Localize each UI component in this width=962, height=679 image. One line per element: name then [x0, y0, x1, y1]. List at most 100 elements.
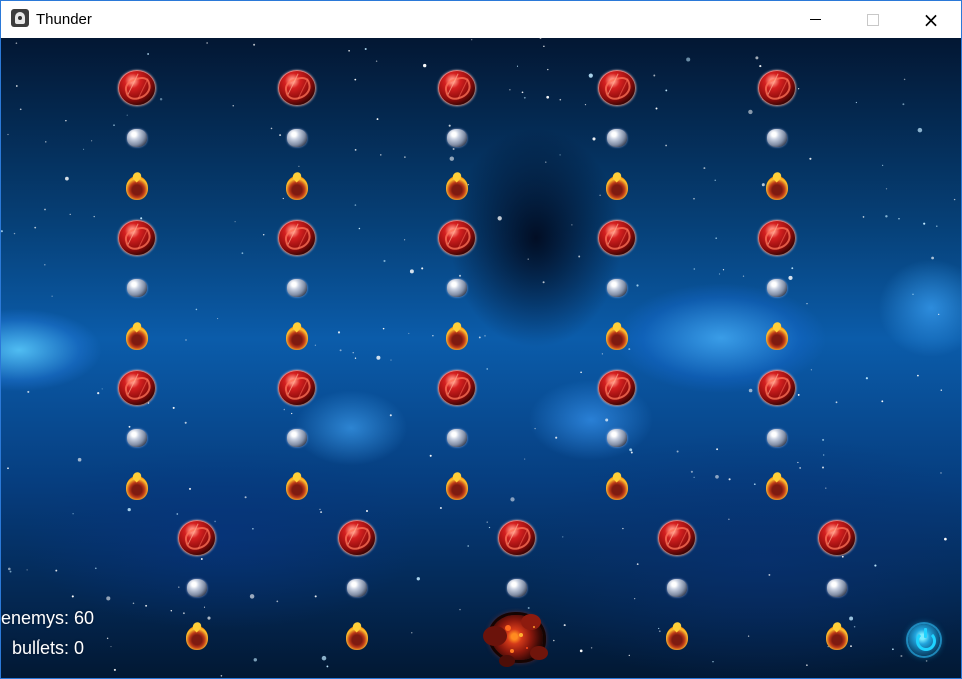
close-icon: × — [922, 7, 940, 32]
window-titlebar[interactable]: Thunder × — [1, 1, 961, 38]
star — [797, 88, 800, 90]
star — [220, 675, 223, 677]
star — [545, 161, 547, 163]
star — [841, 555, 844, 558]
star — [319, 508, 321, 511]
star — [27, 390, 30, 393]
star — [559, 98, 562, 101]
maximize-button[interactable] — [844, 1, 902, 38]
star — [354, 204, 357, 206]
star — [902, 103, 905, 106]
star — [380, 154, 382, 156]
star — [354, 78, 357, 81]
star — [354, 149, 357, 151]
fire-orb-enemy — [446, 476, 468, 500]
game-canvas[interactable]: enemys: 60 bullets: 0 — [1, 38, 961, 678]
star — [200, 558, 203, 560]
minimize-button[interactable] — [786, 1, 844, 38]
red-rock-enemy — [758, 70, 796, 106]
star — [543, 45, 545, 48]
gray-rock-enemy — [127, 279, 147, 297]
star — [791, 267, 794, 270]
star — [810, 369, 813, 371]
star — [881, 400, 884, 403]
star — [715, 474, 719, 479]
star — [106, 596, 111, 601]
star — [747, 635, 750, 637]
star — [382, 327, 385, 330]
star — [452, 148, 455, 150]
star — [931, 256, 934, 260]
star — [488, 526, 491, 529]
window-title: Thunder — [36, 11, 92, 28]
star — [72, 513, 74, 515]
star — [898, 218, 900, 220]
star — [1, 230, 3, 233]
red-rock-enemy — [118, 70, 156, 106]
fire-orb-enemy — [606, 176, 628, 200]
star — [714, 179, 716, 181]
star — [636, 284, 639, 287]
star — [113, 124, 115, 126]
red-rock-enemy — [278, 370, 316, 406]
star — [516, 65, 519, 67]
star — [693, 268, 696, 270]
star — [45, 141, 47, 143]
gray-rock-enemy — [767, 429, 787, 447]
star — [449, 156, 455, 161]
star — [282, 197, 284, 200]
fire-orb-enemy — [346, 626, 368, 650]
star — [147, 53, 149, 55]
star — [542, 281, 545, 284]
star — [823, 454, 825, 456]
star — [599, 194, 601, 197]
star — [478, 336, 481, 339]
red-rock-enemy — [598, 370, 636, 406]
star — [19, 108, 22, 111]
power-button[interactable] — [908, 624, 940, 656]
enemy-count-label: enemys: 60 — [1, 608, 95, 628]
fire-orb-enemy — [766, 176, 788, 200]
star — [629, 448, 633, 452]
gray-rock-enemy — [607, 129, 627, 147]
star — [944, 537, 947, 541]
star — [170, 609, 173, 612]
red-rock-enemy — [178, 520, 216, 556]
star — [262, 234, 265, 236]
star — [145, 604, 148, 607]
star — [55, 569, 58, 572]
gray-rock-enemy — [767, 129, 787, 147]
star — [885, 188, 888, 190]
star — [579, 649, 583, 653]
red-rock-enemy — [498, 520, 536, 556]
star — [404, 239, 406, 241]
star — [203, 606, 206, 608]
red-rock-enemy — [658, 520, 696, 556]
star — [9, 570, 12, 573]
star — [534, 427, 536, 430]
star — [881, 164, 884, 167]
star — [686, 57, 691, 62]
fire-orb-enemy — [606, 326, 628, 350]
star — [69, 213, 71, 216]
star — [628, 348, 631, 351]
star — [249, 594, 255, 599]
star — [788, 275, 793, 280]
star — [439, 506, 442, 510]
close-button[interactable]: × — [902, 1, 960, 38]
star — [588, 73, 593, 78]
star — [232, 105, 234, 107]
star — [207, 616, 211, 620]
gray-rock-enemy — [507, 579, 527, 597]
star — [421, 267, 424, 270]
star — [853, 625, 856, 628]
star — [486, 368, 488, 370]
star — [748, 109, 753, 115]
star — [101, 388, 103, 390]
red-rock-enemy — [438, 370, 476, 406]
fire-orb-enemy — [666, 626, 688, 650]
star — [601, 353, 604, 355]
star — [458, 274, 462, 277]
star — [241, 252, 244, 255]
star — [630, 451, 633, 454]
